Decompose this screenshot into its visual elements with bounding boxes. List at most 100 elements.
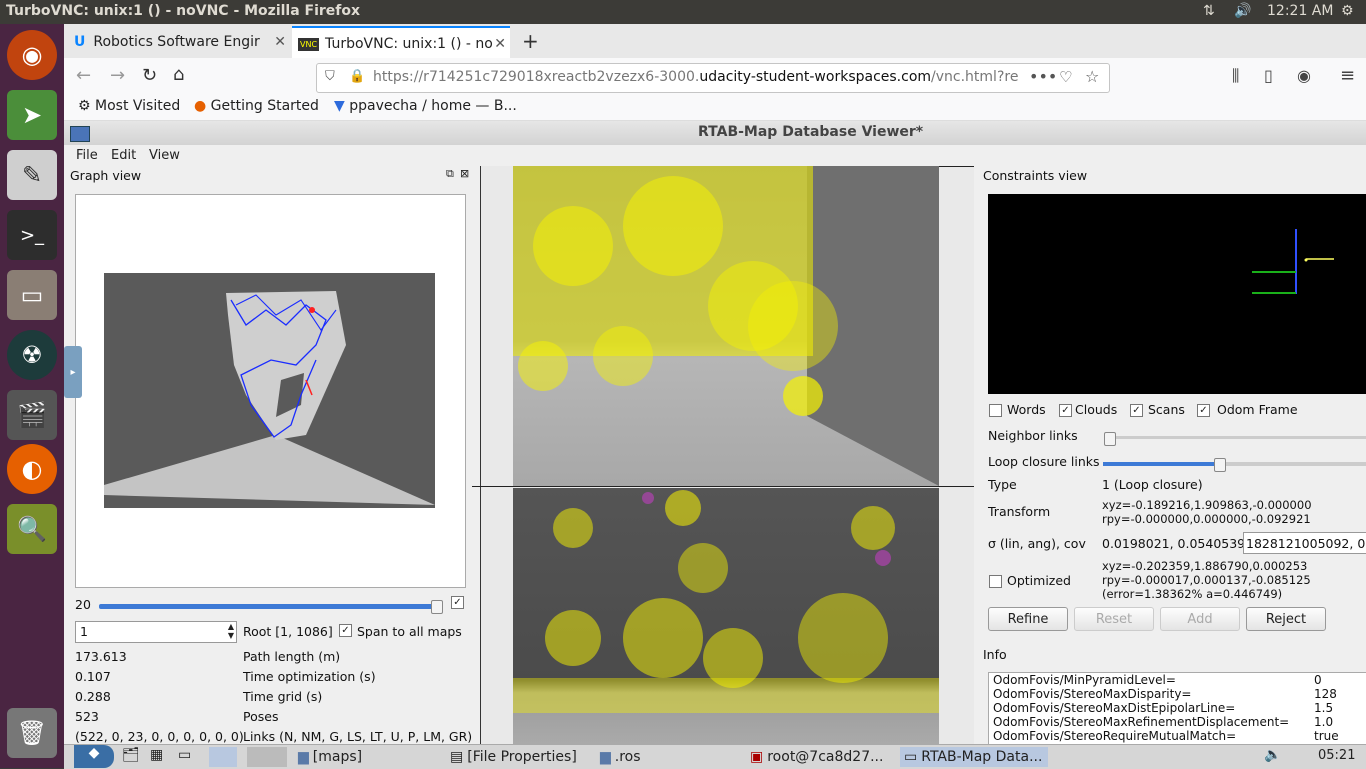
transform-xyz: xyz=-0.189216,1.909863,-0.000000 [1102, 498, 1312, 512]
info-list[interactable]: OdomFovis/MinPyramidLevel= 0 OdomFovis/S… [988, 672, 1366, 746]
iteration-slider[interactable] [99, 604, 439, 609]
volume-icon[interactable]: 🔈 [1264, 747, 1281, 763]
optimized-rpy: rpy=-0.000017,0.000137,-0.085125 [1102, 573, 1311, 587]
window-icon[interactable]: ▭ [178, 747, 191, 763]
slider-handle[interactable] [1214, 458, 1226, 472]
span-checkbox[interactable]: ✓ [339, 624, 352, 637]
volume-icon[interactable]: 🔊 [1234, 3, 1251, 19]
bookmark-most-visited[interactable]: ⚙ Most Visited [78, 98, 180, 114]
clock[interactable]: 12:21 AM [1267, 3, 1333, 19]
optimized-checkbox[interactable] [989, 575, 1002, 588]
account-icon[interactable]: ◉ [1297, 66, 1311, 85]
home-icon[interactable]: ⌂ [173, 64, 184, 85]
info-key: OdomFovis/StereoMaxRefinementDisplacemen… [993, 715, 1290, 729]
task-ros[interactable]: ▆ .ros [600, 747, 641, 767]
terminal-icon[interactable]: >_ [7, 210, 57, 260]
scans-checkbox[interactable]: ✓ [1130, 404, 1143, 417]
task-rtabmap[interactable]: ▭ RTAB-Map Data... [900, 747, 1048, 767]
optimized-xyz: xyz=-0.202359,1.886790,0.000253 [1102, 559, 1308, 573]
transform-label: Transform [988, 504, 1051, 519]
search-app-icon[interactable]: 🔍 [7, 504, 57, 554]
features-top [513, 166, 939, 486]
reload-icon[interactable]: ↻ [142, 65, 157, 86]
clouds-checkbox[interactable]: ✓ [1059, 404, 1072, 417]
compass-icon[interactable]: ➤ [7, 90, 57, 140]
reset-button[interactable]: Reset [1074, 607, 1154, 631]
desktop-1[interactable] [209, 747, 237, 767]
image-top[interactable] [513, 166, 939, 486]
spin-arrows-icon[interactable]: ▲ ▼ [228, 622, 234, 640]
root-spinbox[interactable]: 1 ▲ ▼ [75, 621, 237, 643]
files-icon[interactable]: 🗂 [122, 747, 140, 763]
slider-checkbox[interactable]: ✓ [451, 596, 464, 609]
new-tab-icon[interactable]: + [522, 29, 539, 53]
refine-button[interactable]: Refine [988, 607, 1068, 631]
task-file-properties[interactable]: ▤ [File Properties] [450, 747, 577, 767]
star-icon[interactable]: ☆ [1085, 67, 1099, 86]
forward-icon[interactable]: → [110, 65, 125, 86]
bookmark-getting-started[interactable]: ● Getting Started [194, 98, 319, 114]
more-icon[interactable]: ••• [1029, 67, 1057, 86]
nav-bar: ← → ↻ ⌂ ⛉ 🔒 https://r714251c729018xreact… [64, 58, 1366, 96]
info-value: 1.5 [1314, 701, 1334, 715]
taskbar-clock[interactable]: 05:21 [1318, 748, 1355, 763]
tab-turbovnc[interactable]: VNC TurboVNC: unix:1 () - no ✕ [292, 26, 510, 60]
close-icon[interactable]: ⊠ [460, 167, 469, 180]
slider-handle[interactable] [431, 600, 443, 614]
ubuntu-icon[interactable]: ◉ [7, 30, 57, 80]
menu-edit[interactable]: Edit [111, 148, 136, 163]
url-bar[interactable]: ⛉ 🔒 https://r714251c729018xreactb2vzezx6… [316, 63, 1110, 93]
image-bottom[interactable] [513, 488, 939, 744]
tab-robotics[interactable]: U Robotics Software Engir ✕ [68, 26, 288, 58]
stat-label: Time optimization (s) [243, 669, 376, 684]
stat-label: Time grid (s) [243, 689, 323, 704]
close-icon[interactable]: ✕ [274, 34, 286, 50]
reject-button[interactable]: Reject [1246, 607, 1326, 631]
task-maps[interactable]: ▆ [maps] [298, 747, 362, 767]
menu-icon[interactable]: ≡ [1340, 65, 1355, 86]
monitor-icon[interactable]: ▦ [150, 747, 163, 763]
graph-view-title: Graph view [70, 168, 142, 183]
pocket-icon[interactable]: ♡ [1059, 68, 1072, 86]
gitkraken-icon[interactable]: ☢ [7, 330, 57, 380]
udacity-icon: U [74, 34, 86, 50]
bookmarks-bar: ⚙ Most Visited ● Getting Started ▼ ppave… [64, 96, 1366, 121]
video-icon[interactable]: 🎬 [7, 390, 57, 440]
task-terminal[interactable]: ▣ root@7ca8d27... [750, 747, 883, 767]
bookmark-home[interactable]: ▼ ppavecha / home — B... [334, 98, 517, 114]
features-bottom [513, 490, 939, 713]
shield-icon: ⛉ [325, 69, 335, 84]
close-icon[interactable]: ✕ [494, 36, 506, 52]
novnc-panel-handle[interactable]: ▸ [64, 346, 82, 398]
desktop-2[interactable] [247, 747, 287, 767]
folder-icon: ▆ [600, 749, 611, 765]
gear-icon[interactable]: ⚙ [1341, 3, 1354, 19]
window-title: TurboVNC: unix:1 () - noVNC - Mozilla Fi… [6, 3, 361, 19]
menu-view[interactable]: View [149, 148, 180, 163]
words-checkbox[interactable] [989, 404, 1002, 417]
graph-canvas[interactable] [75, 194, 466, 588]
tab-label: TurboVNC: unix:1 () - no [325, 36, 493, 52]
library-icon[interactable]: ⫼ [1232, 66, 1239, 86]
sidebar-icon[interactable]: ▯ [1264, 66, 1273, 85]
start-menu-icon[interactable]: ◆ [74, 745, 114, 768]
add-button[interactable]: Add [1160, 607, 1240, 631]
neighbor-links-slider[interactable] [1104, 436, 1366, 439]
type-label: Type [988, 477, 1017, 492]
trash-icon[interactable]: 🗑 [7, 708, 57, 758]
graph-map [104, 273, 435, 508]
firefox-icon[interactable]: ◐ [7, 444, 57, 494]
back-icon[interactable]: ← [76, 65, 91, 86]
float-icon[interactable]: ⧉ [446, 167, 454, 181]
info-value: 0 [1314, 673, 1322, 687]
menu-file[interactable]: File [76, 148, 98, 163]
constraints-canvas[interactable] [988, 194, 1366, 394]
slider-fill [1103, 462, 1221, 466]
text-editor-icon[interactable]: ✎ [7, 150, 57, 200]
slider-handle[interactable] [1104, 432, 1116, 446]
odom-frame-checkbox[interactable]: ✓ [1197, 404, 1210, 417]
cov-field[interactable]: 1828121005092, 0; [1243, 532, 1366, 554]
stat-value: (522, 0, 23, 0, 0, 0, 0, 0, 0) [75, 729, 244, 744]
file-manager-icon[interactable]: ▭ [7, 270, 57, 320]
network-icon[interactable]: ⇅ [1203, 3, 1215, 19]
